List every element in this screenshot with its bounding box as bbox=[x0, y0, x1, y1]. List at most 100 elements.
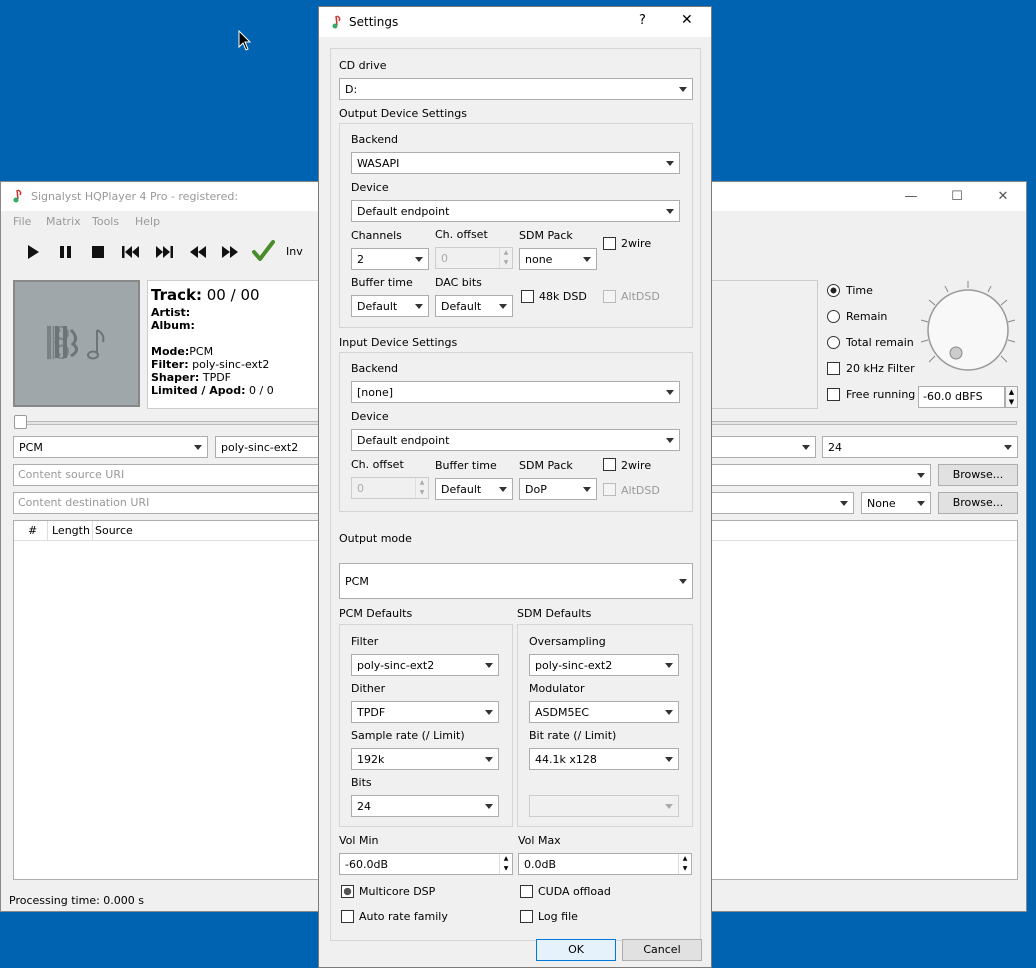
mode-label: Mode: bbox=[151, 345, 190, 358]
rewind-icon[interactable] bbox=[187, 241, 209, 263]
volume-value: -60.0 dBFS bbox=[923, 390, 983, 403]
menu-help[interactable]: Help bbox=[135, 215, 160, 228]
input-device-value: Default endpoint bbox=[357, 434, 450, 447]
input-twowire-checkbox[interactable] bbox=[603, 458, 616, 471]
channels-combo[interactable]: 2 bbox=[351, 248, 429, 270]
chevron-down-icon bbox=[485, 663, 493, 668]
cuda-checkbox[interactable] bbox=[520, 885, 533, 898]
shaper-combo[interactable] bbox=[705, 436, 816, 458]
input-buffer-time-value: Default bbox=[441, 483, 482, 496]
meter-panel bbox=[711, 280, 818, 409]
input-backend-combo[interactable]: [none] bbox=[351, 381, 680, 403]
auto-rate-label: Auto rate family bbox=[359, 910, 448, 923]
vol-max-value: 0.0dB bbox=[524, 858, 557, 871]
track-value: 00 / 00 bbox=[206, 286, 260, 304]
chevron-down-icon bbox=[840, 501, 848, 506]
limited-label: Limited / Apod: bbox=[151, 384, 246, 397]
maximize-icon[interactable]: ☐ bbox=[934, 182, 980, 211]
volume-spinbox[interactable]: -60.0 dBFS bbox=[918, 386, 1005, 408]
input-altdsd-checkbox[interactable] bbox=[603, 483, 616, 496]
sdm-extra-combo[interactable] bbox=[529, 795, 679, 817]
minimize-icon[interactable]: — bbox=[888, 182, 934, 211]
dialog-close-icon[interactable]: ✕ bbox=[681, 12, 693, 28]
chevron-down-icon bbox=[917, 501, 925, 506]
sdm-defaults-label: SDM Defaults bbox=[517, 607, 592, 620]
cancel-button[interactable]: Cancel bbox=[622, 939, 702, 961]
pcm-filter-combo[interactable]: poly-sinc-ext2 bbox=[351, 654, 499, 676]
column-length[interactable]: Length bbox=[52, 524, 90, 537]
output-backend-label: Backend bbox=[351, 133, 399, 146]
bits-combo[interactable]: 24 bbox=[822, 436, 1018, 458]
help-button[interactable]: ? bbox=[639, 13, 646, 28]
output-backend-value: WASAPI bbox=[357, 157, 400, 170]
modulator-combo[interactable]: ASDM5EC bbox=[529, 701, 679, 723]
dac-bits-combo[interactable]: Default bbox=[435, 295, 513, 317]
ch-offset-spinbox[interactable]: 0 ▲ ▼ bbox=[435, 247, 513, 269]
input-device-combo[interactable]: Default endpoint bbox=[351, 429, 680, 451]
dither-combo[interactable]: TPDF bbox=[351, 701, 499, 723]
filter-20khz-checkbox[interactable] bbox=[827, 362, 840, 375]
cd-drive-combo[interactable]: D: bbox=[339, 78, 693, 100]
input-ch-offset-spinbox[interactable]: 0 ▲ ▼ bbox=[351, 477, 429, 499]
browse-destination-button[interactable]: Browse... bbox=[938, 492, 1018, 514]
oversampling-combo[interactable]: poly-sinc-ext2 bbox=[529, 654, 679, 676]
ok-button[interactable]: OK bbox=[536, 939, 616, 961]
fast-forward-icon[interactable] bbox=[219, 241, 241, 263]
bits-combo[interactable]: 24 bbox=[351, 795, 499, 817]
none-combo[interactable]: None bbox=[861, 492, 931, 514]
multicore-checkbox[interactable] bbox=[341, 885, 354, 898]
chevron-down-icon bbox=[665, 804, 673, 809]
free-running-checkbox[interactable] bbox=[827, 388, 840, 401]
apply-check-icon[interactable] bbox=[251, 239, 275, 261]
mode-combo[interactable]: PCM bbox=[13, 436, 208, 458]
output-sdm-pack-combo[interactable]: none bbox=[519, 248, 597, 270]
sdm-pack-label: SDM Pack bbox=[519, 229, 573, 242]
vol-min-spinbox[interactable]: -60.0dB ▲ ▼ bbox=[339, 853, 513, 875]
pcm-filter-label: Filter bbox=[351, 635, 379, 648]
output-backend-combo[interactable]: WASAPI bbox=[351, 152, 680, 174]
artist-label: Artist: bbox=[151, 306, 191, 319]
ch-offset-label: Ch. offset bbox=[435, 228, 488, 241]
bit-rate-combo[interactable]: 44.1k x128 bbox=[529, 748, 679, 770]
altdsd-checkbox[interactable] bbox=[603, 290, 616, 303]
input-backend-label: Backend bbox=[351, 362, 399, 375]
bits-combo-value: 24 bbox=[828, 441, 842, 454]
dsd48k-checkbox[interactable] bbox=[521, 290, 534, 303]
menu-file[interactable]: File bbox=[13, 215, 31, 228]
pcm-filter-value: poly-sinc-ext2 bbox=[357, 659, 435, 672]
log-file-checkbox[interactable] bbox=[520, 910, 533, 923]
time-radio[interactable] bbox=[827, 284, 840, 297]
buffer-time-combo[interactable]: Default bbox=[351, 295, 429, 317]
vol-max-spinbox[interactable]: 0.0dB ▲ ▼ bbox=[518, 853, 692, 875]
auto-rate-checkbox[interactable] bbox=[341, 910, 354, 923]
sample-rate-combo[interactable]: 192k bbox=[351, 748, 499, 770]
seek-handle[interactable] bbox=[14, 415, 27, 429]
output-mode-label: Output mode bbox=[339, 532, 412, 545]
remain-radio[interactable] bbox=[827, 310, 840, 323]
next-track-icon[interactable] bbox=[153, 241, 175, 263]
output-device-combo[interactable]: Default endpoint bbox=[351, 200, 680, 222]
output-mode-combo[interactable]: PCM bbox=[339, 563, 693, 599]
column-source[interactable]: Source bbox=[95, 524, 133, 537]
input-sdm-pack-combo[interactable]: DoP bbox=[519, 478, 597, 500]
track-info-panel: Track: 00 / 00 Artist: Album: Mode:PCM F… bbox=[147, 280, 325, 409]
stop-icon[interactable] bbox=[87, 241, 109, 263]
invert-toggle[interactable]: Inv bbox=[286, 245, 303, 258]
twowire-checkbox[interactable] bbox=[603, 237, 616, 250]
volume-spin-arrows[interactable]: ▲ ▼ bbox=[1005, 386, 1018, 408]
previous-track-icon[interactable] bbox=[120, 241, 142, 263]
input-buffer-time-label: Buffer time bbox=[435, 459, 497, 472]
dialog-titlebar: Settings ? ✕ bbox=[319, 7, 711, 37]
browse-source-button[interactable]: Browse... bbox=[938, 464, 1018, 486]
close-icon[interactable]: ✕ bbox=[980, 182, 1026, 211]
play-icon[interactable] bbox=[22, 241, 44, 263]
total-remain-radio[interactable] bbox=[827, 336, 840, 349]
menu-tools[interactable]: Tools bbox=[92, 215, 119, 228]
filter-combo[interactable]: poly-sinc-ext2 bbox=[215, 436, 325, 458]
volume-knob[interactable] bbox=[917, 280, 1025, 372]
menu-matrix[interactable]: Matrix bbox=[46, 215, 81, 228]
free-running-label: Free running bbox=[846, 388, 916, 401]
pause-icon[interactable] bbox=[54, 241, 76, 263]
column-number[interactable]: # bbox=[28, 524, 48, 537]
input-buffer-time-combo[interactable]: Default bbox=[435, 478, 513, 500]
